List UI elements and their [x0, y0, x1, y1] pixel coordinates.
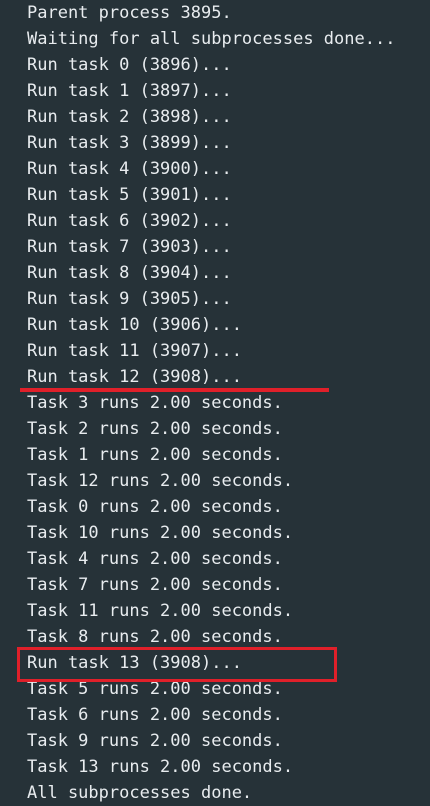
terminal-line: Run task 9 (3905)...	[27, 289, 232, 309]
terminal-line: Run task 7 (3903)...	[27, 237, 232, 257]
terminal-line: Task 13 runs 2.00 seconds.	[27, 757, 294, 777]
terminal-line: Run task 4 (3900)...	[27, 159, 232, 179]
terminal-line: Task 7 runs 2.00 seconds.	[27, 575, 283, 595]
terminal-line: Task 11 runs 2.00 seconds.	[27, 601, 294, 621]
terminal-line: Run task 10 (3906)...	[27, 315, 242, 335]
terminal-line: Task 0 runs 2.00 seconds.	[27, 497, 283, 517]
terminal-line: Run task 2 (3898)...	[27, 107, 232, 127]
terminal-line: Parent process 3895.	[27, 3, 232, 23]
terminal-lines: Parent process 3895. Waiting for all sub…	[27, 0, 395, 806]
terminal-line: Task 2 runs 2.00 seconds.	[27, 419, 283, 439]
terminal-line: Task 9 runs 2.00 seconds.	[27, 731, 283, 751]
terminal-line: Run task 11 (3907)...	[27, 341, 242, 361]
terminal-line: Run task 0 (3896)...	[27, 55, 232, 75]
terminal-output: Parent process 3895. Waiting for all sub…	[0, 0, 430, 804]
red-underline-annotation	[20, 388, 329, 392]
terminal-line: All subprocesses done.	[27, 783, 253, 803]
terminal-line: Run task 12 (3908)...	[27, 367, 242, 387]
terminal-line: Task 12 runs 2.00 seconds.	[27, 471, 294, 491]
terminal-line: Task 1 runs 2.00 seconds.	[27, 445, 283, 465]
terminal-line: Waiting for all subprocesses done...	[27, 29, 396, 49]
terminal-line: Run task 5 (3901)...	[27, 185, 232, 205]
red-box-annotation	[17, 647, 337, 682]
terminal-line: Run task 1 (3897)...	[27, 81, 232, 101]
terminal-line: Task 4 runs 2.00 seconds.	[27, 549, 283, 569]
terminal-line: Task 6 runs 2.00 seconds.	[27, 705, 283, 725]
terminal-line: Task 10 runs 2.00 seconds.	[27, 523, 294, 543]
terminal-line: Run task 6 (3902)...	[27, 211, 232, 231]
terminal-line: Run task 3 (3899)...	[27, 133, 232, 153]
terminal-line: Run task 8 (3904)...	[27, 263, 232, 283]
terminal-line: Task 3 runs 2.00 seconds.	[27, 393, 283, 413]
